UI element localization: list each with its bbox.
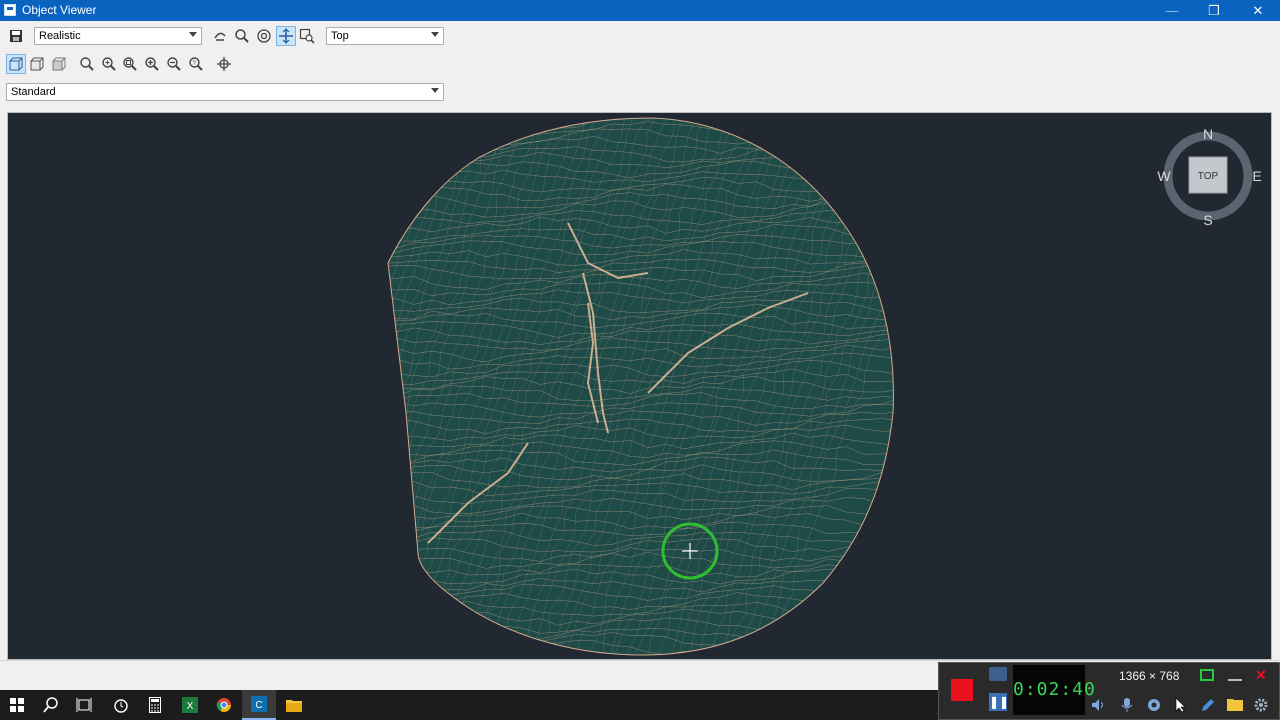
view-dropdown[interactable]: Top bbox=[326, 27, 444, 45]
screen-recorder-widget: ❚❚ 0:02:40 1366 × 768 ✕ bbox=[938, 662, 1280, 720]
toolbar-area: Realistic Top ? Standard bbox=[0, 21, 1280, 110]
compass-east[interactable]: E bbox=[1252, 168, 1261, 184]
pencil-icon[interactable] bbox=[1200, 697, 1216, 713]
zoom-previous-icon[interactable]: ? bbox=[186, 54, 206, 74]
zoom-out-icon[interactable] bbox=[164, 54, 184, 74]
chevron-down-icon bbox=[431, 88, 439, 93]
pan-icon[interactable] bbox=[276, 26, 296, 46]
region-icon[interactable] bbox=[1200, 669, 1214, 681]
viewcube-face-label: TOP bbox=[1198, 171, 1219, 182]
chevron-down-icon bbox=[189, 32, 197, 37]
microphone-icon[interactable] bbox=[1119, 697, 1135, 713]
cursor-icon[interactable] bbox=[1173, 697, 1189, 713]
camera-icon[interactable] bbox=[989, 667, 1007, 681]
contour-line bbox=[378, 657, 900, 659]
object-viewport[interactable]: TOP N S E W bbox=[7, 112, 1272, 660]
compass-north[interactable]: N bbox=[1203, 126, 1213, 142]
mesh-edge bbox=[190, 113, 378, 653]
chevron-down-icon bbox=[431, 32, 439, 37]
save-icon[interactable] bbox=[6, 26, 26, 46]
toolbar-row-2: ? bbox=[0, 51, 1280, 77]
calculator-icon[interactable] bbox=[138, 690, 172, 720]
orbit-icon[interactable] bbox=[210, 26, 230, 46]
close-recorder-icon[interactable]: ✕ bbox=[1255, 668, 1269, 682]
chrome-icon[interactable] bbox=[207, 690, 241, 720]
restore-button[interactable]: ❐ bbox=[1192, 0, 1236, 21]
zoom-extents-icon[interactable] bbox=[254, 26, 274, 46]
minimize-recorder-icon[interactable] bbox=[1228, 669, 1242, 681]
zoom-icon[interactable] bbox=[232, 26, 252, 46]
view-value: Top bbox=[331, 30, 349, 42]
close-button[interactable]: ✕ bbox=[1236, 0, 1280, 21]
webcam-icon[interactable] bbox=[1146, 697, 1162, 713]
mesh-edge bbox=[388, 118, 391, 654]
viewcube[interactable]: TOP N S E W bbox=[1156, 126, 1266, 237]
shaded-cube-icon[interactable] bbox=[27, 54, 47, 74]
center-icon[interactable] bbox=[214, 54, 234, 74]
visual-style-set-value: Standard bbox=[11, 86, 56, 98]
mesh-edge bbox=[388, 118, 428, 654]
windows-start-icon[interactable] bbox=[0, 690, 34, 720]
app-icon bbox=[4, 4, 16, 16]
mesh-edge bbox=[388, 118, 409, 654]
visual-style-value: Realistic bbox=[39, 30, 81, 42]
svg-text:X: X bbox=[187, 701, 194, 712]
recording-resolution: 1366 × 768 bbox=[1119, 669, 1180, 683]
zoom-all-icon[interactable] bbox=[120, 54, 140, 74]
gear-icon[interactable] bbox=[1253, 697, 1269, 713]
excel-icon[interactable]: X bbox=[173, 690, 207, 720]
zoom-in-plus-icon[interactable] bbox=[142, 54, 162, 74]
title-bar: Object Viewer — ❐ ✕ bbox=[0, 0, 1280, 21]
search-icon[interactable] bbox=[34, 690, 68, 720]
window-title: Object Viewer bbox=[22, 3, 97, 17]
svg-text:C: C bbox=[255, 700, 262, 711]
file-explorer-icon[interactable] bbox=[277, 690, 311, 720]
toolbar-row-3: Standard bbox=[0, 79, 1280, 105]
zoom-in-icon[interactable] bbox=[99, 54, 119, 74]
visual-style-set-dropdown[interactable]: Standard bbox=[6, 83, 444, 101]
speaker-icon[interactable] bbox=[1091, 697, 1107, 713]
stop-record-button[interactable] bbox=[951, 679, 973, 701]
toolbar-row-1: Realistic Top bbox=[0, 23, 1280, 49]
zoom-window-icon[interactable] bbox=[297, 26, 317, 46]
alarm-icon[interactable] bbox=[104, 690, 138, 720]
mesh-edge bbox=[180, 113, 368, 653]
terrain-mesh[interactable] bbox=[8, 113, 1271, 659]
recording-timer: 0:02:40 bbox=[1013, 665, 1095, 715]
pause-button[interactable]: ❚❚ bbox=[989, 693, 1009, 711]
compass-west[interactable]: W bbox=[1157, 168, 1171, 184]
visual-style-dropdown[interactable]: Realistic bbox=[34, 27, 202, 45]
zoom-realtime-icon[interactable] bbox=[77, 54, 97, 74]
compass-south[interactable]: S bbox=[1203, 212, 1212, 228]
wireframe-cube-icon[interactable] bbox=[6, 54, 26, 74]
conceptual-cube-icon[interactable] bbox=[49, 54, 69, 74]
minimize-button[interactable]: — bbox=[1150, 0, 1194, 21]
task-view-icon[interactable] bbox=[67, 690, 101, 720]
folder-icon[interactable] bbox=[1227, 697, 1243, 713]
civil3d-icon[interactable]: C bbox=[242, 690, 276, 720]
mesh-edge bbox=[388, 118, 420, 654]
mesh-edge bbox=[388, 118, 400, 654]
